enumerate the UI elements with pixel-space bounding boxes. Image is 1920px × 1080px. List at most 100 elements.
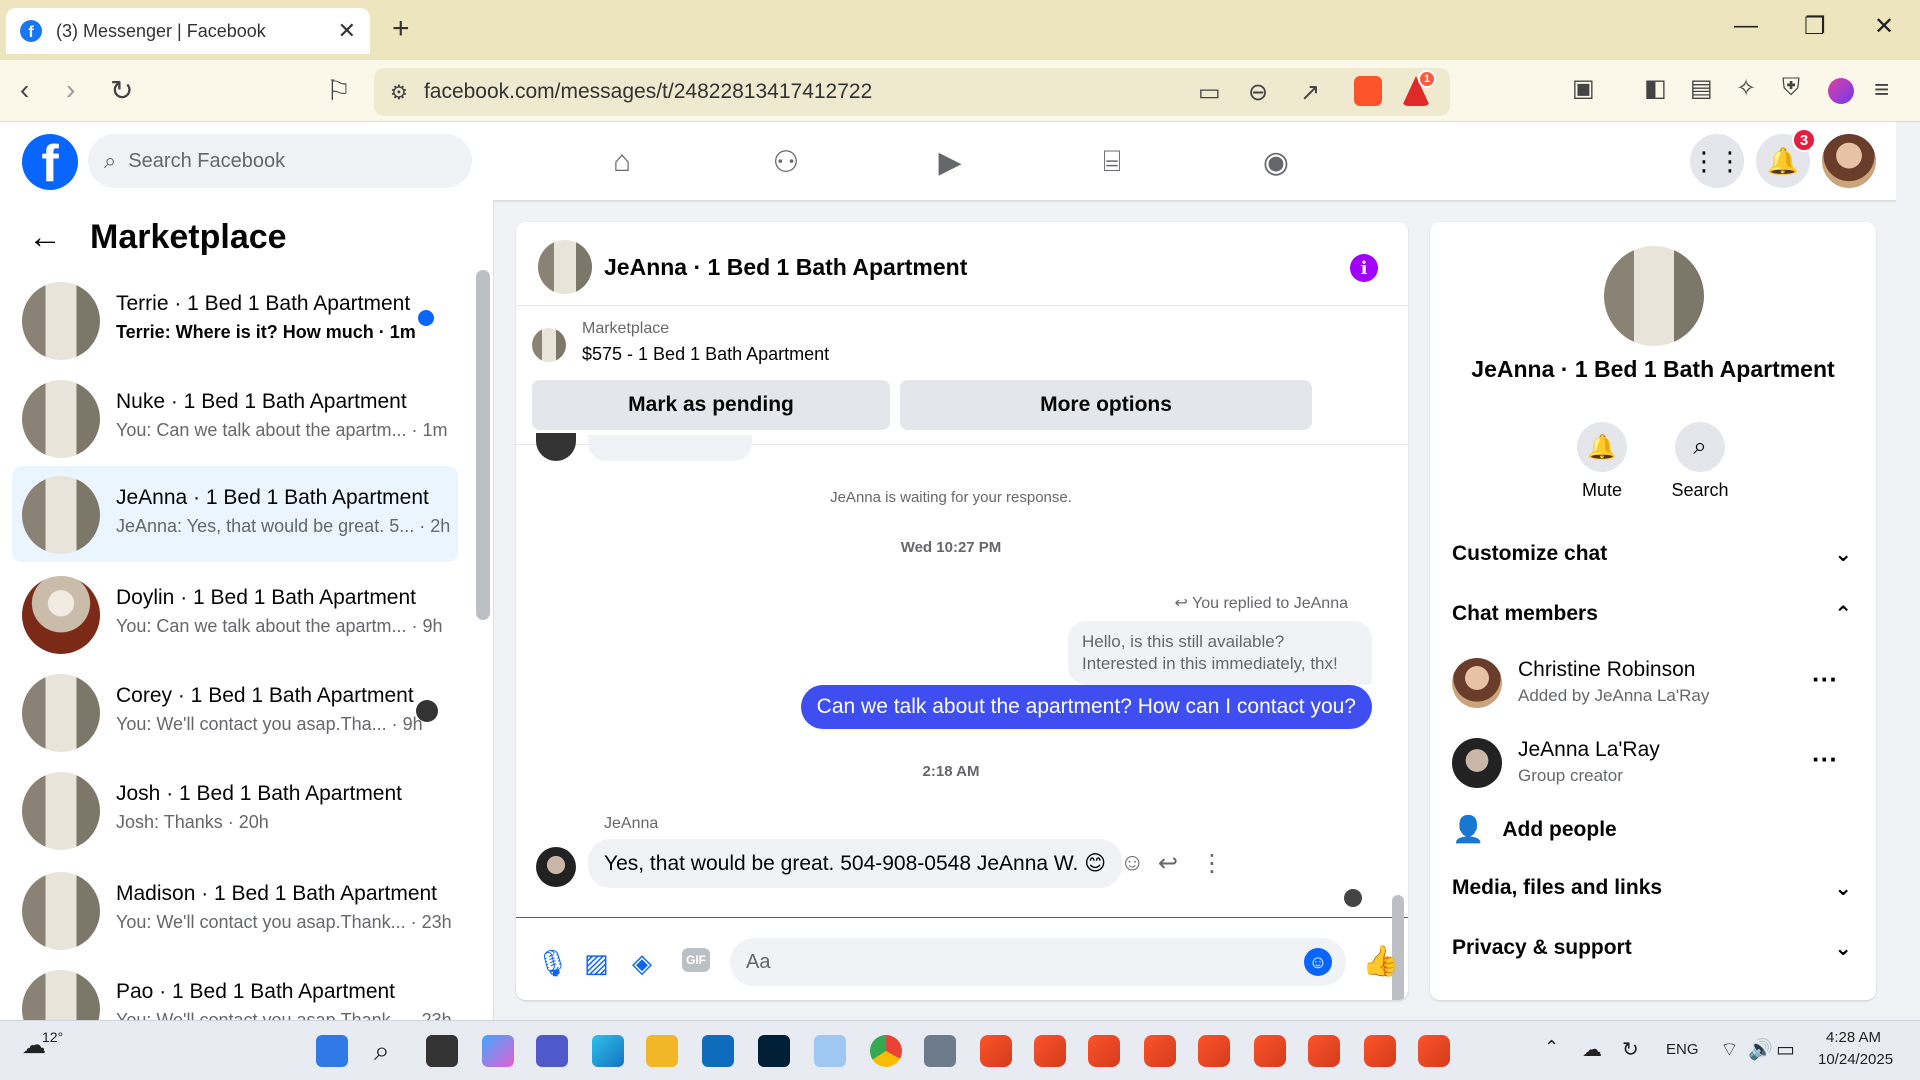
customize-chat-section[interactable]: Customize chat ⌄: [1452, 542, 1852, 567]
facebook-search-input[interactable]: ⌕ Search Facebook: [88, 134, 472, 188]
battery-icon[interactable]: ▭: [1776, 1037, 1795, 1062]
marketplace-icon[interactable]: ⌸: [1090, 140, 1134, 184]
reload-icon[interactable]: ↻: [110, 74, 133, 107]
emoji-icon[interactable]: ☺: [1304, 948, 1332, 976]
restore-icon[interactable]: ❐: [1804, 12, 1826, 41]
chevron-up-icon[interactable]: ⌃: [1544, 1037, 1559, 1058]
brave-icon[interactable]: [1364, 1035, 1396, 1067]
groups-icon[interactable]: ◉: [1254, 140, 1298, 184]
sticker-icon[interactable]: ◈: [632, 948, 652, 979]
file-explorer-icon[interactable]: [646, 1035, 678, 1067]
zoom-out-icon[interactable]: ⊖: [1248, 78, 1268, 107]
brave-icon[interactable]: [1254, 1035, 1286, 1067]
app-icon[interactable]: [814, 1035, 846, 1067]
site-settings-icon[interactable]: ⚙: [390, 80, 408, 105]
teams-icon[interactable]: [536, 1035, 568, 1067]
facebook-logo-icon[interactable]: f: [22, 134, 78, 190]
member-item[interactable]: Christine Robinson Added by JeAnna La'Ra…: [1452, 654, 1852, 714]
chat-title[interactable]: JeAnna · 1 Bed 1 Bath Apartment: [604, 254, 967, 281]
language-indicator[interactable]: ENG: [1666, 1041, 1699, 1058]
conversation-item[interactable]: Pao · 1 Bed 1 Bath Apartment You: We'll …: [12, 960, 458, 1020]
copilot-icon[interactable]: [482, 1035, 514, 1067]
leo-ai-icon[interactable]: ✧: [1736, 74, 1756, 103]
photo-icon[interactable]: ▨: [584, 948, 609, 979]
chat-avatar[interactable]: [538, 240, 592, 294]
browser-tab[interactable]: f (3) Messenger | Facebook ✕: [6, 8, 370, 54]
brave-icon[interactable]: [1034, 1035, 1066, 1067]
sidebar-scrollbar[interactable]: [476, 270, 490, 620]
search-conversation-button[interactable]: ⌕ Search: [1650, 422, 1750, 501]
tab-close-icon[interactable]: ✕: [338, 18, 356, 44]
vpn-icon[interactable]: ⛨: [1782, 74, 1800, 102]
menu-grid-icon[interactable]: ⋮⋮: [1690, 134, 1744, 188]
brave-icon[interactable]: [1198, 1035, 1230, 1067]
conversation-item[interactable]: Terrie · 1 Bed 1 Bath Apartment Terrie: …: [12, 272, 458, 368]
more-options-icon[interactable]: ···: [1812, 664, 1838, 695]
bookmark-icon[interactable]: ⚐: [326, 74, 351, 107]
more-actions-icon[interactable]: ⋮: [1200, 849, 1224, 878]
outlook-icon[interactable]: [702, 1035, 734, 1067]
brave-icon[interactable]: [1144, 1035, 1176, 1067]
outgoing-message[interactable]: Can we talk about the apartment? How can…: [800, 685, 1372, 729]
info-icon[interactable]: i: [1350, 254, 1378, 282]
chrome-icon[interactable]: [870, 1035, 902, 1067]
media-files-section[interactable]: Media, files and links ⌄: [1452, 876, 1852, 901]
cloud-sync-icon[interactable]: ☁: [1582, 1037, 1602, 1062]
chat-members-section[interactable]: Chat members ⌃: [1452, 602, 1852, 627]
add-people-button[interactable]: 👤 Add people: [1452, 814, 1617, 845]
clock-date[interactable]: 10/24/2025: [1818, 1051, 1893, 1068]
minimize-icon[interactable]: —: [1734, 12, 1758, 40]
brave-icon[interactable]: [980, 1035, 1012, 1067]
incoming-message[interactable]: Yes, that would be great. 504-908-0548 J…: [588, 839, 1123, 888]
microphone-icon[interactable]: 🎙: [536, 948, 569, 979]
cast-icon[interactable]: ▭: [1198, 78, 1221, 107]
quoted-message[interactable]: Hello, is this still available? Interest…: [1068, 621, 1372, 686]
window-close-icon[interactable]: ✕: [1874, 12, 1894, 41]
conversation-item[interactable]: Madison · 1 Bed 1 Bath Apartment You: We…: [12, 862, 458, 958]
page-scrollbar[interactable]: [1896, 122, 1920, 1020]
new-tab-button[interactable]: +: [392, 12, 410, 46]
address-bar[interactable]: ⚙ facebook.com/messages/t/24822813417412…: [374, 68, 1450, 116]
back-arrow-icon[interactable]: ←: [28, 218, 62, 257]
forward-icon[interactable]: ›: [66, 74, 75, 106]
photoshop-icon[interactable]: [758, 1035, 790, 1067]
more-options-icon[interactable]: ···: [1812, 744, 1838, 775]
profile-icon[interactable]: [1828, 78, 1854, 104]
edge-icon[interactable]: [592, 1035, 624, 1067]
reply-icon[interactable]: ↩: [1158, 849, 1178, 878]
message-input[interactable]: Aa ☺: [730, 938, 1346, 986]
conversation-item[interactable]: Doylin · 1 Bed 1 Bath Apartment You: Can…: [12, 566, 458, 662]
friends-icon[interactable]: ⚇: [764, 140, 808, 184]
privacy-support-section[interactable]: Privacy & support ⌄: [1452, 936, 1852, 961]
gif-icon[interactable]: GIF: [682, 948, 710, 972]
brave-icon[interactable]: [1418, 1035, 1450, 1067]
react-icon[interactable]: ☺: [1120, 849, 1145, 877]
wallet-icon[interactable]: ▤: [1690, 74, 1713, 103]
back-icon[interactable]: ‹: [20, 74, 29, 106]
home-icon[interactable]: ⌂: [600, 140, 644, 184]
wifi-icon[interactable]: ⌔: [1720, 1037, 1739, 1062]
mark-as-pending-button[interactable]: Mark as pending: [532, 380, 890, 430]
conversation-item[interactable]: Josh · 1 Bed 1 Bath Apartment Josh: Than…: [12, 762, 458, 858]
reader-mode-icon[interactable]: ▣: [1572, 74, 1595, 103]
brave-icon[interactable]: [1088, 1035, 1120, 1067]
sender-avatar[interactable]: [536, 847, 576, 887]
video-icon[interactable]: ▶: [928, 140, 972, 184]
account-avatar[interactable]: [1822, 134, 1876, 188]
share-icon[interactable]: ↗: [1300, 78, 1320, 107]
brave-shields-icon[interactable]: [1354, 76, 1382, 106]
member-item[interactable]: JeAnna La'Ray Group creator ···: [1452, 734, 1852, 794]
refresh-icon[interactable]: ↻: [1622, 1037, 1639, 1062]
brave-icon[interactable]: [1308, 1035, 1340, 1067]
app-icon[interactable]: [924, 1035, 956, 1067]
conversation-item[interactable]: Nuke · 1 Bed 1 Bath Apartment You: Can w…: [12, 370, 458, 466]
task-view-icon[interactable]: [426, 1035, 458, 1067]
mute-button[interactable]: 🔔 Mute: [1552, 422, 1652, 501]
volume-icon[interactable]: 🔊: [1748, 1037, 1773, 1062]
search-icon[interactable]: ⌕: [374, 1035, 390, 1068]
conversation-item[interactable]: Corey · 1 Bed 1 Bath Apartment You: We'l…: [12, 664, 458, 760]
more-options-button[interactable]: More options: [900, 380, 1312, 430]
clock-time[interactable]: 4:28 AM: [1826, 1029, 1881, 1046]
menu-icon[interactable]: ≡: [1874, 74, 1889, 105]
sidebar-toggle-icon[interactable]: ◧: [1644, 74, 1667, 103]
